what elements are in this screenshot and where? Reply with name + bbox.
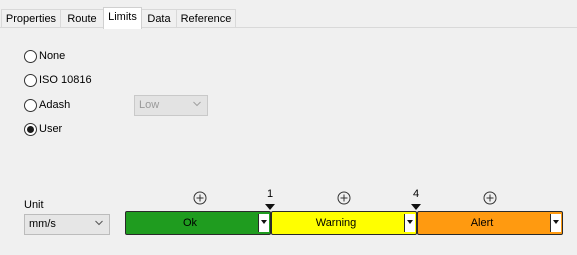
- limits-panel: None ISO 10816 Adash User Low Unit mm/s: [0, 28, 577, 255]
- radio-label: ISO 10816: [39, 74, 92, 86]
- threshold-value: 4: [412, 188, 420, 200]
- tab-limits[interactable]: Limits: [103, 7, 142, 29]
- adash-level-value: Low: [139, 99, 160, 111]
- unit-select[interactable]: mm/s: [24, 214, 110, 235]
- radio-label: None: [39, 50, 66, 62]
- triangle-down-icon[interactable]: [265, 204, 275, 210]
- band-dropdown-button[interactable]: [404, 214, 415, 232]
- band-label: Ok: [182, 217, 198, 229]
- chevron-down-icon: [261, 220, 267, 224]
- unit-value: mm/s: [29, 218, 56, 230]
- band-label: Warning: [315, 217, 357, 229]
- radio-label: Adash: [39, 99, 71, 111]
- add-band-warning-icon[interactable]: [337, 191, 351, 205]
- tab-bar: Properties Route Limits Data Reference: [0, 7, 577, 29]
- radio-circle[interactable]: [24, 73, 37, 87]
- radio-none[interactable]: None: [24, 48, 65, 64]
- band-label: Alert: [470, 217, 494, 229]
- chevron-down-icon: [553, 220, 559, 224]
- radio-circle[interactable]: [24, 49, 37, 63]
- radio-circle-selected[interactable]: [24, 122, 37, 136]
- band-dropdown-button[interactable]: [550, 214, 561, 232]
- band-alert[interactable]: Alert: [417, 211, 563, 235]
- threshold-value: 1: [266, 188, 274, 200]
- band-ok[interactable]: Ok: [125, 211, 271, 235]
- tab-reference[interactable]: Reference: [176, 9, 236, 28]
- band-dropdown-button[interactable]: [258, 214, 269, 232]
- chevron-down-icon: [407, 220, 413, 224]
- radio-adash[interactable]: Adash: [24, 97, 70, 113]
- add-band-ok-icon[interactable]: [193, 191, 207, 205]
- radio-circle[interactable]: [24, 98, 37, 112]
- unit-label: Unit: [24, 199, 44, 211]
- tab-properties[interactable]: Properties: [1, 9, 61, 28]
- radio-user[interactable]: User: [24, 121, 62, 137]
- add-band-alert-icon[interactable]: [483, 191, 497, 205]
- chevron-down-icon: [193, 101, 201, 107]
- band-warning[interactable]: Warning: [271, 211, 417, 235]
- radio-iso-10816[interactable]: ISO 10816: [24, 72, 92, 88]
- radio-label: User: [39, 123, 63, 135]
- triangle-down-icon[interactable]: [411, 204, 421, 210]
- chevron-down-icon: [95, 220, 103, 226]
- tab-route[interactable]: Route: [60, 9, 104, 28]
- tab-data[interactable]: Data: [141, 9, 177, 28]
- adash-level-select[interactable]: Low: [134, 95, 208, 116]
